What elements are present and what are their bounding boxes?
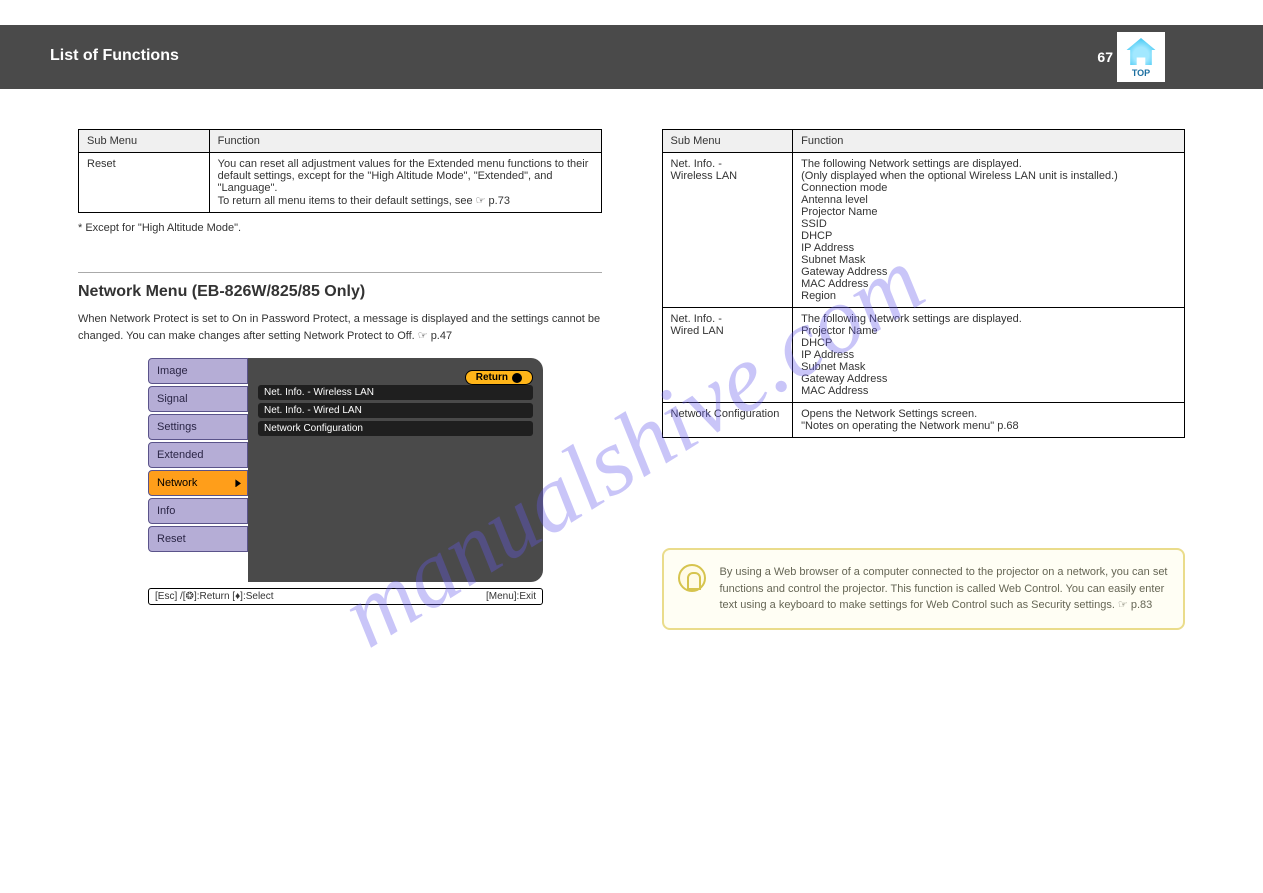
- cell-function: The following Network settings are displ…: [793, 153, 1185, 308]
- menu-panel: Return Net. Info. - Wireless LAN Net. In…: [248, 358, 543, 582]
- cell-function: You can reset all adjustment values for …: [209, 153, 601, 213]
- top-button[interactable]: TOP: [1117, 32, 1165, 82]
- right-column: Sub Menu Function Net. Info. - Wireless …: [662, 129, 1186, 630]
- menu-item[interactable]: Net. Info. - Wired LAN: [258, 403, 533, 418]
- cell-function: Opens the Network Settings screen. "Note…: [793, 403, 1185, 438]
- tab-extended[interactable]: Extended: [148, 442, 248, 468]
- table-header: Sub Menu: [662, 130, 793, 153]
- footer-right-text: [Menu]:Exit: [486, 591, 536, 602]
- top-margin: [0, 0, 1263, 25]
- page-number: 67: [1097, 49, 1113, 65]
- header-title: List of Functions: [50, 47, 179, 65]
- top-label: TOP: [1132, 68, 1150, 78]
- tip-icon: [678, 564, 706, 592]
- menu-footer: [Esc] /[❂]:Return [♦]:Select [Menu]:Exit: [148, 588, 543, 605]
- page-header: List of Functions 67 TOP: [0, 25, 1263, 89]
- left-column: Sub Menu Function Reset You can reset al…: [78, 129, 602, 630]
- section-heading: Network Menu (EB-826W/825/85 Only): [78, 283, 602, 301]
- submenu-table-left: Sub Menu Function Reset You can reset al…: [78, 129, 602, 213]
- osd-menu-screenshot: Image Signal Settings Extended Network I…: [148, 358, 543, 605]
- tab-settings[interactable]: Settings: [148, 414, 248, 440]
- cell-submenu: Network Configuration: [662, 403, 793, 438]
- tab-signal[interactable]: Signal: [148, 386, 248, 412]
- tip-text: By using a Web browser of a computer con…: [720, 564, 1170, 614]
- table-header: Sub Menu: [79, 130, 210, 153]
- menu-tab-list: Image Signal Settings Extended Network I…: [148, 358, 248, 582]
- table-row: Net. Info. - Wireless LAN The following …: [662, 153, 1185, 308]
- submenu-table-right: Sub Menu Function Net. Info. - Wireless …: [662, 129, 1186, 438]
- home-icon: [1123, 37, 1159, 67]
- cell-submenu: Reset: [79, 153, 210, 213]
- tab-network[interactable]: Network: [148, 470, 248, 496]
- return-button[interactable]: Return: [465, 370, 533, 385]
- tip-callout: By using a Web browser of a computer con…: [662, 548, 1186, 630]
- cell-submenu: Net. Info. - Wired LAN: [662, 308, 793, 403]
- section-paragraph: When Network Protect is set to On in Pas…: [78, 311, 602, 344]
- cell-function: The following Network settings are displ…: [793, 308, 1185, 403]
- tab-reset[interactable]: Reset: [148, 526, 248, 552]
- menu-item[interactable]: Net. Info. - Wireless LAN: [258, 385, 533, 400]
- table-row: Reset You can reset all adjustment value…: [79, 153, 602, 213]
- footnote: * Except for "High Altitude Mode".: [78, 221, 602, 236]
- tab-image[interactable]: Image: [148, 358, 248, 384]
- table-header: Function: [793, 130, 1185, 153]
- cell-submenu: Net. Info. - Wireless LAN: [662, 153, 793, 308]
- footer-left-text: [Esc] /[❂]:Return [♦]:Select: [155, 591, 274, 602]
- table-row: Net. Info. - Wired LAN The following Net…: [662, 308, 1185, 403]
- menu-item[interactable]: Network Configuration: [258, 421, 533, 436]
- tab-info[interactable]: Info: [148, 498, 248, 524]
- section-divider: [78, 272, 602, 273]
- table-row: Network Configuration Opens the Network …: [662, 403, 1185, 438]
- table-header: Function: [209, 130, 601, 153]
